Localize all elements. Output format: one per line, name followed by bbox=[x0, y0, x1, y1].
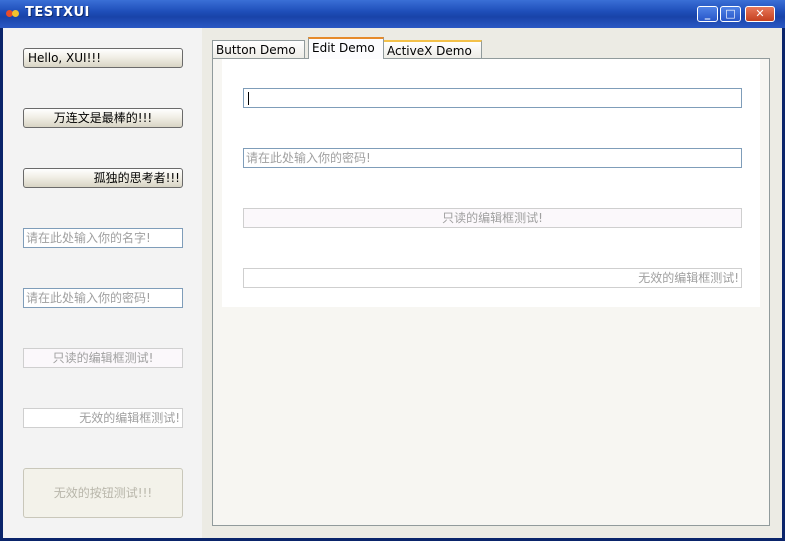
password-input[interactable]: 请在此处输入你的密码! bbox=[23, 288, 183, 308]
wanlianwen-button[interactable]: 万连文是最棒的!!! bbox=[23, 108, 183, 128]
readonly-edit: 只读的编辑框测试! bbox=[23, 348, 183, 368]
readonly-edit-demo: 只读的编辑框测试! bbox=[243, 208, 742, 228]
disabled-button: 无效的按钮测试!!! bbox=[23, 468, 183, 518]
window-title: TESTXUI bbox=[25, 5, 90, 20]
edit-demo-content: 请在此处输入你的密码! 只读的编辑框测试! 无效的编辑框测试! bbox=[222, 59, 760, 307]
app-window: TESTXUI _ □ ✕ Hello, XUI!!! 万连文是最棒的!!! 孤… bbox=[0, 0, 785, 541]
app-icon bbox=[6, 8, 22, 20]
minimize-button[interactable]: _ bbox=[697, 6, 718, 22]
disabled-edit-demo: 无效的编辑框测试! bbox=[243, 268, 742, 288]
left-panel: Hello, XUI!!! 万连文是最棒的!!! 孤独的思考者!!! 请在此处输… bbox=[3, 28, 202, 538]
close-button[interactable]: ✕ bbox=[745, 6, 775, 22]
name-input[interactable]: 请在此处输入你的名字! bbox=[23, 228, 183, 248]
thinker-button[interactable]: 孤独的思考者!!! bbox=[23, 168, 183, 188]
hello-button[interactable]: Hello, XUI!!! bbox=[23, 48, 183, 68]
disabled-edit: 无效的编辑框测试! bbox=[23, 408, 183, 428]
text-input[interactable] bbox=[243, 88, 742, 108]
title-bar[interactable]: TESTXUI _ □ ✕ bbox=[0, 0, 785, 28]
edit-demo-panel: 请在此处输入你的密码! 只读的编辑框测试! 无效的编辑框测试! bbox=[212, 58, 770, 526]
maximize-button[interactable]: □ bbox=[720, 6, 741, 22]
password-input-demo[interactable]: 请在此处输入你的密码! bbox=[243, 148, 742, 168]
tab-button-demo[interactable]: Button Demo bbox=[212, 40, 305, 59]
text-cursor bbox=[248, 92, 249, 105]
right-panel: Button Demo ActiveX Demo Edit Demo 请在此处输… bbox=[202, 28, 782, 538]
tab-activex-demo[interactable]: ActiveX Demo bbox=[383, 40, 482, 59]
client-area: Hello, XUI!!! 万连文是最棒的!!! 孤独的思考者!!! 请在此处输… bbox=[3, 28, 782, 538]
tab-edit-demo[interactable]: Edit Demo bbox=[308, 37, 384, 59]
